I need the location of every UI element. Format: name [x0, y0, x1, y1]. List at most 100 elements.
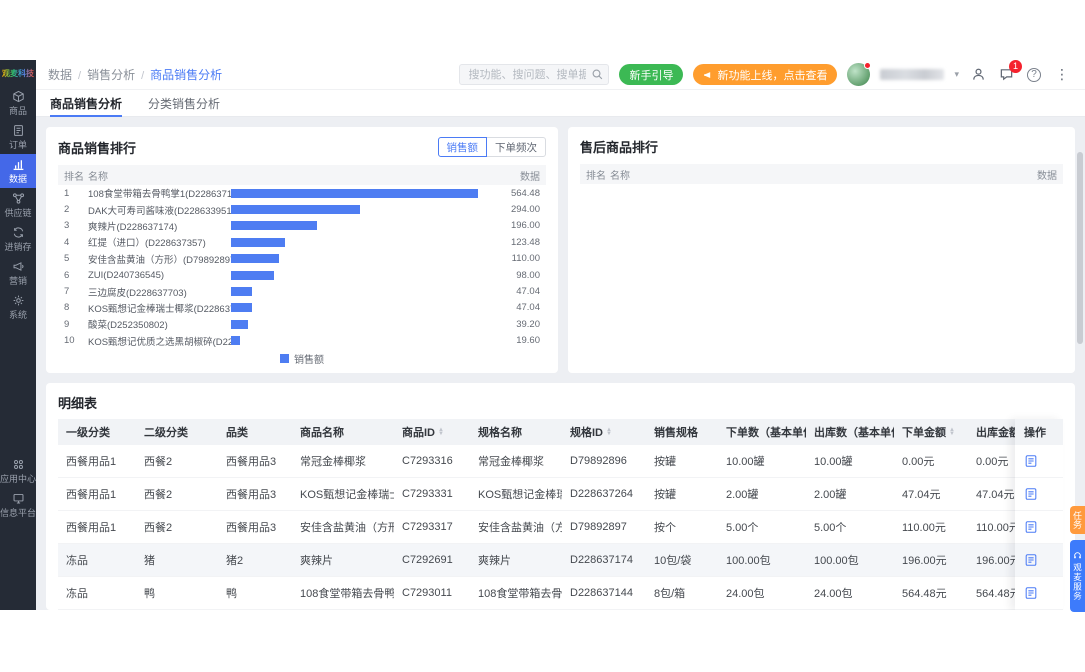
user-icon[interactable]	[969, 66, 987, 84]
column-header[interactable]: 出库数（基本单位）▲▼	[806, 419, 894, 445]
chart-row: 4 红提（进口）(D228637357) 123.48	[58, 234, 546, 250]
table-cell: 100.00包	[726, 555, 771, 567]
chart-value: 294.00	[510, 204, 540, 216]
table-cell: 鸭	[226, 588, 237, 600]
tabbar: 商品销售分析 分类销售分析	[36, 91, 1085, 117]
table-cell: KOS甄想记金棒瑞士椰浆	[300, 489, 394, 501]
breadcrumb-sales-analysis[interactable]: 销售分析	[87, 66, 135, 83]
table-cell: 2.00罐	[814, 489, 847, 501]
chart-rank: 7	[64, 286, 70, 298]
task-float-tag[interactable]: 任务	[1070, 506, 1085, 534]
chart-rank: 1	[64, 187, 70, 199]
chart-item-name: 红提（进口）(D228637357)	[88, 238, 206, 250]
action-cell	[1015, 577, 1063, 610]
sidebar-item-info-platform[interactable]: 信息平台	[0, 488, 36, 522]
chart-legend: 销售额	[46, 351, 558, 366]
column-header: 品类	[226, 427, 248, 439]
table-cell: D79892897	[570, 521, 627, 533]
tab-product-sales-analysis[interactable]: 商品销售分析	[50, 91, 123, 117]
breadcrumb: 数据 销售分析 商品销售分析	[48, 66, 222, 83]
value-column-header: 数据	[1037, 170, 1057, 182]
chart-value: 47.04	[516, 286, 540, 298]
sidebar-item-label: 营销	[8, 275, 27, 286]
sidebar-item-data[interactable]: 数据	[0, 154, 36, 188]
edit-document-icon[interactable]	[1024, 553, 1038, 567]
chart-rank: 8	[64, 302, 70, 314]
sort-carets-icon[interactable]: ▲▼	[949, 427, 955, 437]
guide-button[interactable]: 新手引导	[619, 64, 684, 85]
table-cell: 冻品	[66, 555, 88, 567]
guide-button-label: 新手引导	[629, 69, 674, 82]
chart-bar-track	[231, 221, 494, 231]
cycle-arrows-icon	[13, 226, 23, 238]
sort-carets-icon[interactable]: ▲▼	[438, 427, 444, 437]
chart-value: 564.48	[510, 187, 540, 199]
chart-row: 2 DAK大可寿司酱味液(D228633951) 294.00	[58, 201, 546, 217]
person-icon	[972, 68, 984, 80]
value-column-header: 数据	[520, 171, 540, 183]
chart-row: 9 酸菜(D252350802) 39.20	[58, 316, 546, 332]
search-input[interactable]	[459, 64, 610, 85]
table-cell: 564.48元	[902, 588, 947, 600]
sidebar-item-system[interactable]: 系统	[0, 290, 36, 324]
aftersales-ranking-card: 售后商品排行 排名 名称 数据	[568, 127, 1075, 373]
column-header[interactable]: 下单数（基本单位）▲▼	[718, 419, 806, 445]
table-cell: 110.00元	[902, 522, 946, 534]
sidebar-item-goods[interactable]: 商品	[0, 86, 36, 120]
column-header[interactable]: 规格ID ▲ ▼	[562, 419, 646, 445]
chart-rank: 4	[64, 236, 70, 248]
toggle-sales-amount[interactable]: 销售额	[437, 137, 487, 157]
chart-bar	[231, 287, 252, 297]
search-icon[interactable]	[591, 68, 604, 81]
chart-item-name: 108食堂带箱去骨鸭掌1(D228637144)	[88, 189, 231, 201]
column-header[interactable]: 商品ID ▲ ▼	[394, 419, 470, 445]
edit-document-icon[interactable]	[1024, 586, 1038, 600]
table-cell: 西餐用品1	[66, 522, 117, 534]
table-cell: 8包/箱	[654, 588, 686, 600]
tab-category-sales-analysis[interactable]: 分类销售分析	[148, 91, 220, 116]
chart-bar-track	[231, 303, 494, 313]
rank-column-header: 排名	[586, 170, 606, 182]
table-cell: 196.00元	[902, 555, 947, 567]
action-cells	[1015, 445, 1063, 610]
vertical-scrollbar-thumb[interactable]	[1077, 152, 1083, 344]
account-chevron-icon[interactable]: ▾	[954, 69, 959, 80]
service-float-button[interactable]: 观麦服务	[1070, 540, 1085, 612]
breadcrumb-separator	[141, 68, 144, 82]
sort-carets-icon[interactable]: ▲▼	[606, 427, 612, 437]
sidebar-item-supply-chain[interactable]: 供应链	[0, 188, 36, 222]
toggle-order-frequency[interactable]: 下单频次	[486, 137, 546, 157]
more-menu-icon[interactable]: ⋮	[1053, 66, 1071, 84]
table-cell: 108食堂带箱去骨鸭掌1	[300, 588, 394, 600]
edit-document-icon[interactable]	[1024, 487, 1038, 501]
sidebar-item-marketing[interactable]: 营销	[0, 256, 36, 290]
sidebar-item-label: 信息平台	[0, 507, 37, 518]
column-header: 二级分类	[144, 427, 188, 439]
messages-button[interactable]: 1	[997, 59, 1022, 84]
chart-item-name: KOS甄想记优质之选黑胡椒碎(D228634296)	[88, 336, 231, 348]
table-cell: KOS甄想记金棒瑞士椰浆	[478, 489, 562, 501]
table-row: 冻品 猪 猪2 爽辣片 C7292691 爽辣片 D228637174 10包/袋 100.00…	[58, 544, 1063, 577]
chart-rank: 2	[64, 204, 70, 216]
chart-bar-track	[231, 188, 494, 198]
chart-bar	[231, 303, 252, 313]
app-logo-text: 观麦科技	[2, 68, 34, 78]
promo-button[interactable]: 新功能上线，点击查看	[693, 64, 838, 85]
column-header[interactable]: 下单金额 ▲ ▼	[894, 419, 968, 445]
action-column-sticky: 操作	[1015, 419, 1063, 610]
help-button[interactable]: ?	[1025, 66, 1043, 84]
avatar-notification-dot	[864, 62, 872, 69]
sidebar-item-label: 商品	[8, 105, 27, 116]
sidebar-item-inventory[interactable]: 进销存	[0, 222, 36, 256]
sidebar-item-app-center[interactable]: 应用中心	[0, 454, 36, 488]
breadcrumb-data[interactable]: 数据	[48, 66, 72, 83]
chart-bar	[231, 319, 249, 329]
sidebar-item-orders[interactable]: 订单	[0, 120, 36, 154]
edit-document-icon[interactable]	[1024, 454, 1038, 468]
app-logo[interactable]: 观麦科技	[0, 60, 36, 86]
sidebar-item-label: 供应链	[4, 207, 32, 218]
username-blurred[interactable]	[880, 69, 945, 80]
edit-document-icon[interactable]	[1024, 520, 1038, 534]
avatar[interactable]	[847, 62, 872, 86]
